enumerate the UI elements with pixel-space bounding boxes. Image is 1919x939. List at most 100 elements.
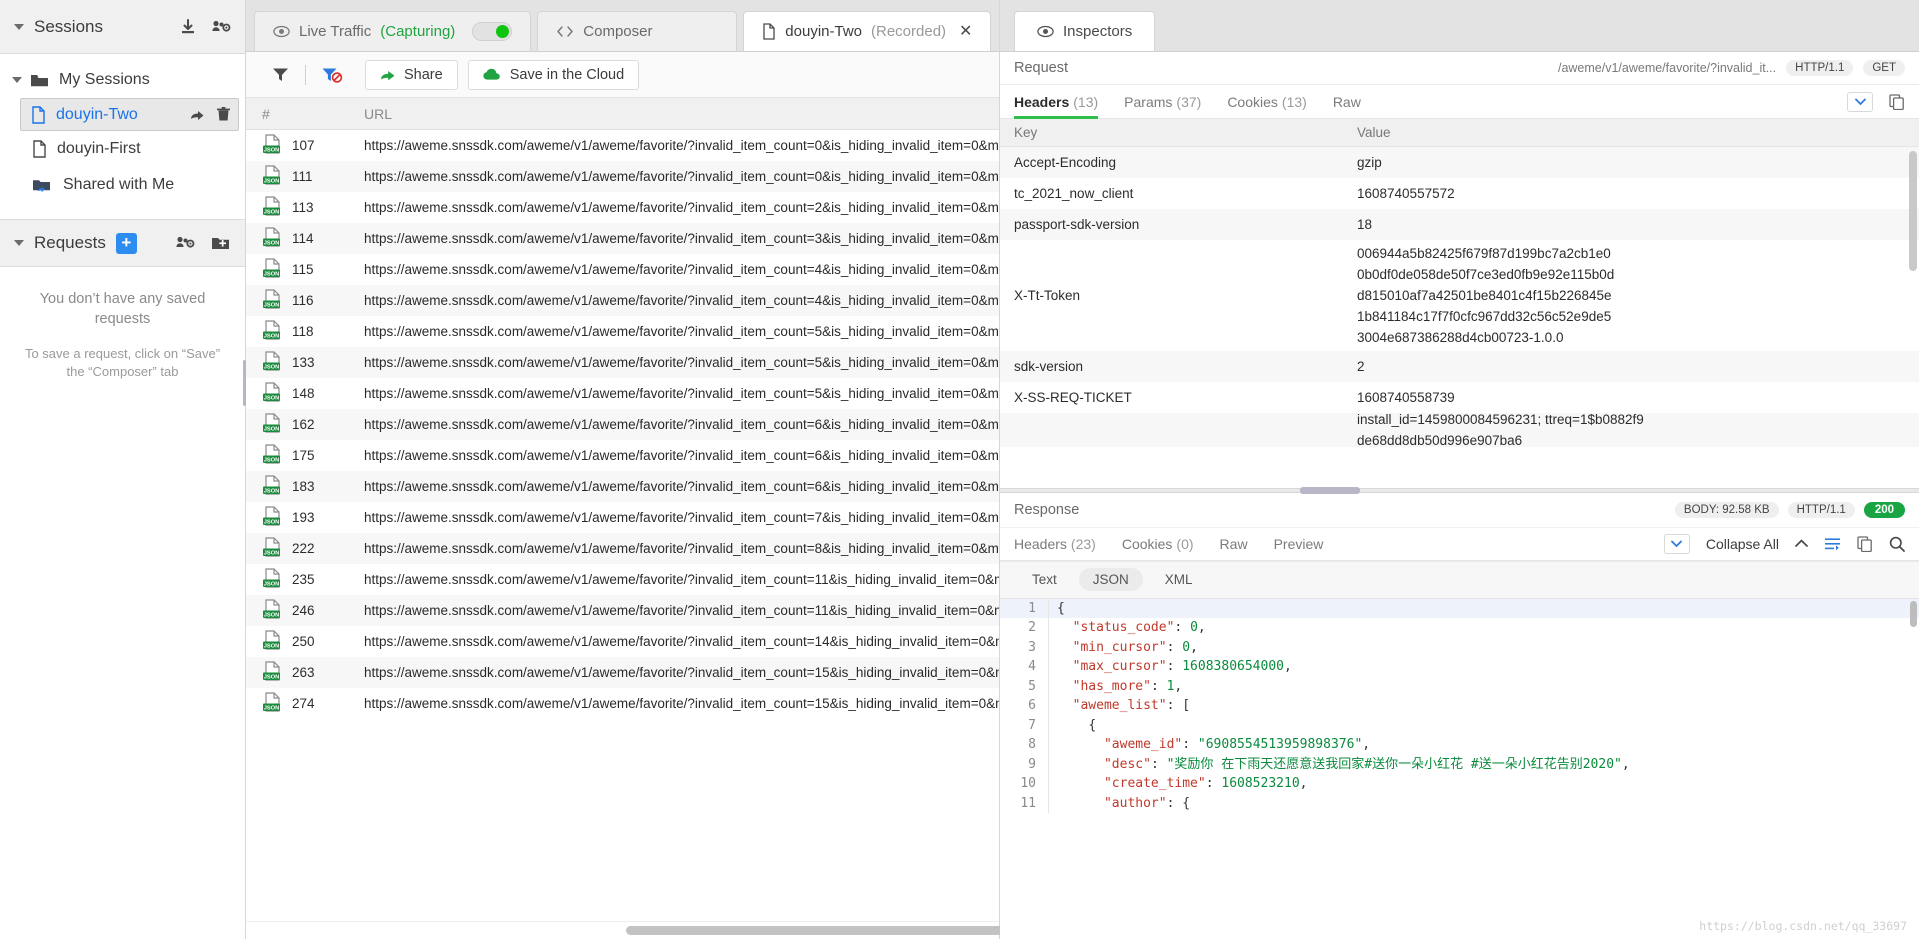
request-subtab-cookies[interactable]: Cookies (13)	[1227, 85, 1307, 119]
row-number: 222	[292, 540, 315, 556]
filter-off-icon[interactable]	[310, 67, 355, 83]
share-button[interactable]: Share	[365, 59, 458, 90]
share-sessions-icon[interactable]	[211, 18, 231, 36]
table-row[interactable]: JSON 113 https://aweme.snssdk.com/aweme/v1…	[246, 192, 999, 223]
collapse-all-button[interactable]: Collapse All	[1706, 527, 1779, 561]
table-row[interactable]: JSON 148 https://aweme.snssdk.com/aweme/v1…	[246, 378, 999, 409]
grid-horizontal-scrollbar-thumb[interactable]	[626, 926, 1046, 935]
json-file-icon: JSON	[262, 350, 284, 375]
share-requests-icon[interactable]	[175, 234, 195, 252]
import-sessions-icon[interactable]	[179, 18, 197, 36]
tab-composer[interactable]: Composer	[537, 11, 738, 51]
response-body-scrollbar[interactable]	[1910, 600, 1917, 627]
table-row[interactable]: JSON 263 https://aweme.snssdk.com/aweme/v1…	[246, 657, 999, 688]
column-header-number[interactable]: #	[246, 106, 356, 122]
copy-icon[interactable]	[1889, 93, 1905, 110]
format-tab-xml[interactable]: XML	[1151, 568, 1207, 591]
table-row[interactable]: JSON 222 https://aweme.snssdk.com/aweme/v1…	[246, 533, 999, 564]
tree-group-shared-with-me[interactable]: Shared with Me	[0, 167, 245, 203]
session-item-douyin-first[interactable]: douyin-First	[0, 131, 245, 167]
table-row[interactable]: JSON 114 https://aweme.snssdk.com/aweme/v1…	[246, 223, 999, 254]
response-subtab-raw[interactable]: Raw	[1220, 527, 1248, 561]
header-row[interactable]: X-SS-REQ-TICKET 1608740558739	[1000, 382, 1919, 413]
row-number: 133	[292, 354, 315, 370]
close-icon[interactable]: ✕	[959, 23, 972, 40]
table-row[interactable]: JSON 193 https://aweme.snssdk.com/aweme/v1…	[246, 502, 999, 533]
tab-inspectors[interactable]: Inspectors	[1014, 11, 1156, 51]
request-subtab-params[interactable]: Params (37)	[1124, 85, 1201, 119]
request-response-splitter[interactable]	[1000, 486, 1919, 494]
my-sessions-caret[interactable]	[12, 77, 22, 83]
wrap-lines-icon[interactable]	[1824, 537, 1841, 551]
cell-url: https://aweme.snssdk.com/aweme/v1/aweme/…	[364, 540, 999, 556]
search-icon[interactable]	[1889, 536, 1905, 552]
table-row[interactable]: JSON 118 https://aweme.snssdk.com/aweme/v1…	[246, 316, 999, 347]
table-row[interactable]: JSON 175 https://aweme.snssdk.com/aweme/v1…	[246, 440, 999, 471]
filter-icon[interactable]	[260, 67, 301, 82]
splitter-grip[interactable]	[1300, 486, 1360, 494]
response-subtab-headers[interactable]: Headers (23)	[1014, 527, 1096, 561]
line-content: "desc": "奖励你 在下雨天还愿意送我回家#送你一朵小红花 #送一朵小红花…	[1048, 754, 1919, 774]
header-row[interactable]: X-Tt-Token 006944a5b82425f679f87d199bc7a2…	[1000, 240, 1919, 351]
requests-collapse-caret[interactable]	[14, 240, 24, 246]
header-row[interactable]: passport-sdk-version 18	[1000, 209, 1919, 240]
tab-live-traffic[interactable]: Live Traffic (Capturing)	[254, 11, 532, 51]
table-row[interactable]: JSON 115 https://aweme.snssdk.com/aweme/v1…	[246, 254, 999, 285]
request-headers-scrollbar[interactable]	[1909, 151, 1917, 271]
save-in-cloud-button[interactable]: Save in the Cloud	[467, 59, 640, 90]
column-header-key[interactable]: Key	[1000, 125, 1345, 140]
table-row[interactable]: JSON 162 https://aweme.snssdk.com/aweme/v1…	[246, 409, 999, 440]
session-label: douyin-First	[57, 140, 141, 157]
table-row[interactable]: JSON 274 https://aweme.snssdk.com/aweme/v1…	[246, 688, 999, 719]
table-row[interactable]: JSON 250 https://aweme.snssdk.com/aweme/v1…	[246, 626, 999, 657]
header-row[interactable]: sdk-version 2	[1000, 351, 1919, 382]
chevron-down-icon[interactable]	[1663, 533, 1690, 554]
cell-url: https://aweme.snssdk.com/aweme/v1/aweme/…	[364, 292, 999, 308]
table-row[interactable]: JSON 107 https://aweme.snssdk.com/aweme/v1…	[246, 130, 999, 161]
table-row[interactable]: JSON 116 https://aweme.snssdk.com/aweme/v1…	[246, 285, 999, 316]
format-tab-text[interactable]: Text	[1018, 568, 1071, 591]
table-row[interactable]: JSON 246 https://aweme.snssdk.com/aweme/v1…	[246, 595, 999, 626]
format-tab-json[interactable]: JSON	[1078, 568, 1143, 591]
delete-session-icon[interactable]	[217, 107, 230, 122]
cell-number: JSON 246	[246, 598, 356, 623]
header-row[interactable]: Accept-Encoding gzip	[1000, 147, 1919, 178]
tab-douyin-two[interactable]: douyin-Two (Recorded) ✕	[743, 11, 992, 51]
copy-icon[interactable]	[1857, 535, 1873, 552]
row-number: 111	[292, 168, 313, 184]
request-subtab-raw[interactable]: Raw	[1333, 85, 1361, 119]
grid-horizontal-scrollbar-track[interactable]	[246, 921, 1046, 939]
header-row[interactable]: tc_2021_now_client 1608740557572	[1000, 178, 1919, 209]
new-request-folder-icon[interactable]	[211, 235, 231, 251]
add-request-button[interactable]: +	[115, 232, 137, 254]
file-icon	[762, 23, 776, 40]
response-subtab-cookies[interactable]: Cookies (0)	[1122, 527, 1194, 561]
session-item-douyin-two[interactable]: douyin-Two	[20, 98, 239, 131]
share-session-icon[interactable]	[190, 108, 205, 122]
sessions-panel-header: Sessions	[0, 0, 245, 54]
header-value: gzip	[1357, 155, 1382, 170]
sessions-collapse-caret[interactable]	[14, 23, 24, 30]
save-in-cloud-label: Save in the Cloud	[509, 66, 625, 83]
request-subtab-headers[interactable]: Headers (13)	[1014, 85, 1098, 119]
table-row[interactable]: JSON 183 https://aweme.snssdk.com/aweme/v1…	[246, 471, 999, 502]
response-subtab-preview[interactable]: Preview	[1274, 527, 1324, 561]
code-line: 7 {	[1000, 715, 1919, 735]
collapse-up-icon[interactable]	[1795, 539, 1808, 548]
cell-url: https://aweme.snssdk.com/aweme/v1/aweme/…	[364, 602, 999, 618]
svg-text:JSON: JSON	[264, 488, 280, 494]
table-row[interactable]: JSON 133 https://aweme.snssdk.com/aweme/v1…	[246, 347, 999, 378]
column-header-url[interactable]: URL	[356, 106, 999, 122]
response-body-viewer[interactable]: https://blog.csdn.net/qq_33697 1{2 "stat…	[1000, 598, 1919, 939]
column-header-value[interactable]: Value	[1345, 125, 1919, 140]
json-file-icon: JSON	[262, 412, 284, 437]
code-line: 11 "author": {	[1000, 793, 1919, 813]
table-row[interactable]: JSON 235 https://aweme.snssdk.com/aweme/v1…	[246, 564, 999, 595]
table-row[interactable]: JSON 111 https://aweme.snssdk.com/aweme/v1…	[246, 161, 999, 192]
svg-text:JSON: JSON	[264, 426, 280, 432]
chevron-down-icon[interactable]	[1847, 91, 1873, 112]
sidebar-resize-handle[interactable]	[243, 360, 246, 406]
capture-toggle[interactable]	[472, 22, 513, 41]
header-row[interactable]: install_id=1459800084596231; ttreq=1$b08…	[1000, 413, 1919, 447]
tree-group-my-sessions[interactable]: My Sessions	[0, 62, 245, 98]
